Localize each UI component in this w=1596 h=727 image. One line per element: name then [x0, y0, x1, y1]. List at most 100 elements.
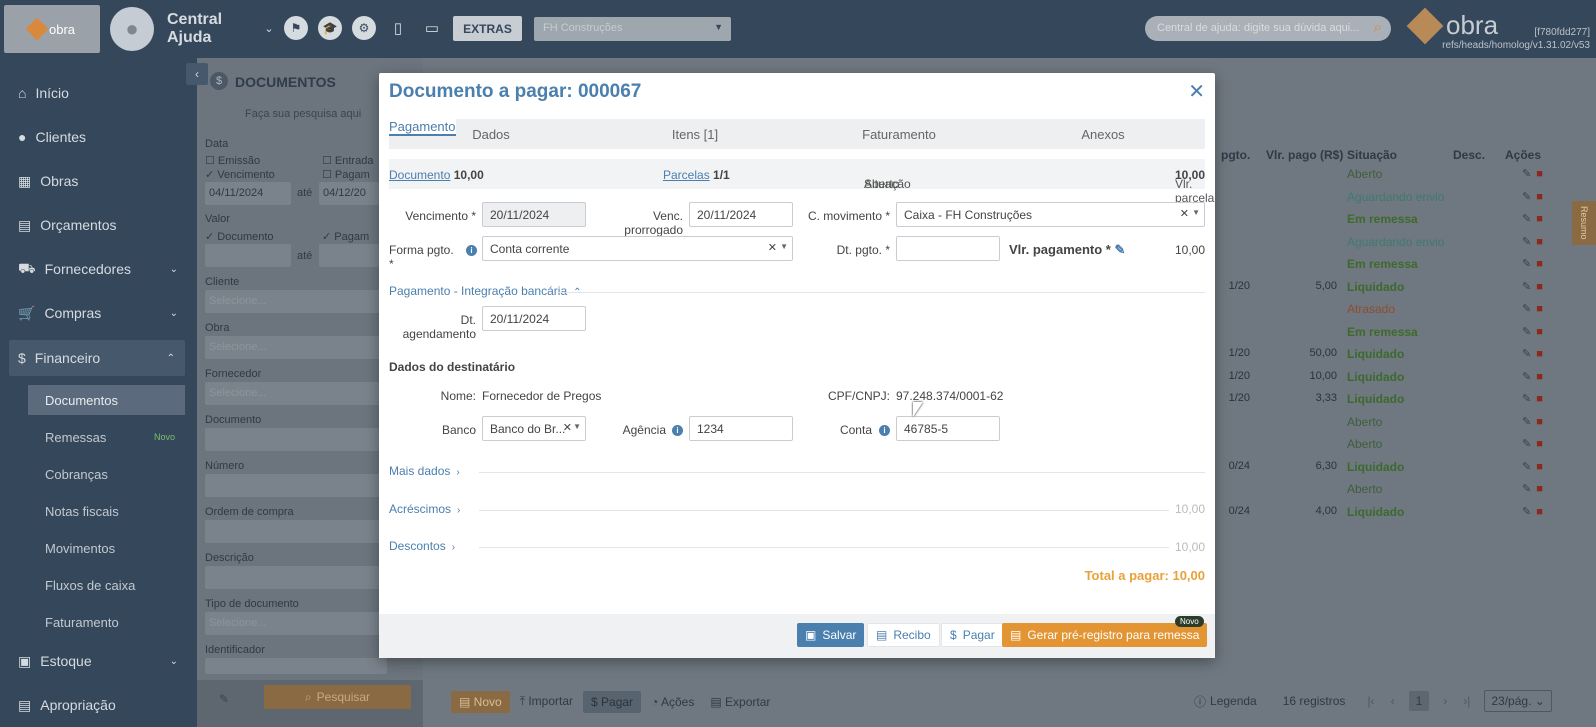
sidebar-sub-faturamento[interactable]: Faturamento: [28, 607, 185, 637]
integracao-section-toggle[interactable]: Pagamento - Integração bancária⌃: [389, 284, 582, 298]
checkbox-pagamento-valor[interactable]: ✓ Pagam: [322, 230, 369, 243]
trash-icon[interactable]: ■: [1536, 461, 1543, 473]
clear-icon[interactable]: ✕: [563, 421, 572, 434]
tab-faturamento[interactable]: Faturamento: [797, 119, 1001, 149]
trash-icon[interactable]: ■: [1536, 281, 1543, 293]
fornecedor-select[interactable]: Selecione...: [205, 382, 387, 405]
graduation-cap-icon[interactable]: 🎓: [318, 16, 342, 40]
per-page-select[interactable]: 23/pág. ⌄: [1484, 690, 1552, 712]
pencil-icon[interactable]: ✎: [1522, 236, 1531, 248]
trash-icon[interactable]: ■: [1536, 326, 1543, 338]
info-icon[interactable]: i: [466, 243, 477, 257]
checkbox-entrada[interactable]: ☐ Entrada: [322, 154, 373, 167]
mobile-icon[interactable]: ▯: [386, 16, 410, 40]
info-icon[interactable]: i: [879, 423, 890, 437]
sidebar-item-inicio[interactable]: ⌂ Início: [18, 78, 188, 108]
banco-select[interactable]: Banco do Br... ✕ ▼: [482, 416, 586, 441]
pencil-icon[interactable]: ✎: [1115, 242, 1126, 257]
chevron-down-icon[interactable]: ⌄: [257, 16, 281, 40]
extras-button[interactable]: EXTRAS: [453, 16, 522, 41]
conta-input[interactable]: 46785-5: [896, 416, 1000, 441]
pencil-icon[interactable]: ✎: [1522, 303, 1531, 315]
obra-select[interactable]: Selecione...: [205, 336, 387, 359]
trash-icon[interactable]: ■: [1536, 168, 1543, 180]
summary-side-tab[interactable]: Resumo: [1572, 201, 1596, 245]
tab-pagamento[interactable]: Pagamento: [389, 119, 456, 136]
trash-icon[interactable]: ■: [1536, 191, 1543, 203]
checkbox-pagamento[interactable]: ☐ Pagam: [322, 168, 370, 181]
documento-input[interactable]: [205, 428, 387, 451]
pencil-icon[interactable]: ✎: [1522, 506, 1531, 518]
gear-icon[interactable]: ⚙: [352, 16, 376, 40]
trash-icon[interactable]: ■: [1536, 483, 1543, 495]
column-header-situacao[interactable]: Situação: [1347, 148, 1397, 162]
pencil-icon[interactable]: ✎: [1522, 371, 1531, 383]
prev-page-icon[interactable]: ‹: [1391, 694, 1395, 708]
avatar[interactable]: ●: [110, 7, 154, 51]
forma-pgto-select[interactable]: Conta corrente ✕ ▼: [482, 236, 793, 261]
gerar-pre-registro-button[interactable]: ▤ Gerar pré-registro para remessa: [1002, 623, 1208, 647]
pencil-icon[interactable]: ✎: [1522, 348, 1531, 360]
dt-agendamento-input[interactable]: 20/11/2024: [482, 306, 586, 331]
pencil-icon[interactable]: ✎: [1522, 258, 1531, 270]
trash-icon[interactable]: ■: [1536, 348, 1543, 360]
last-page-icon[interactable]: ›|: [1463, 694, 1470, 708]
sidebar-sub-documentos[interactable]: Documentos: [28, 385, 185, 415]
agencia-input[interactable]: 1234: [689, 416, 793, 441]
collapse-sidebar-button[interactable]: ‹: [186, 63, 208, 85]
acrescimos-toggle[interactable]: Acréscimos ›: [389, 502, 460, 516]
sidebar-item-compras[interactable]: 🛒 Compras ⌄: [18, 298, 188, 328]
checkbox-emissao[interactable]: ☐ Emissão: [205, 154, 260, 167]
app-logo[interactable]: obra: [4, 5, 100, 53]
valor-to-input[interactable]: [319, 244, 379, 267]
help-search-input[interactable]: Central de ajuda: digite sua dúvida aqui…: [1145, 16, 1391, 41]
novo-button[interactable]: ▤ Novo: [451, 690, 510, 713]
clear-icon[interactable]: ✕: [768, 241, 777, 254]
sidebar-item-obras[interactable]: ▦ Obras: [18, 166, 188, 196]
pencil-icon[interactable]: ✎: [1522, 326, 1531, 338]
flag-icon[interactable]: ⚑: [284, 16, 308, 40]
pencil-icon[interactable]: ✎: [1522, 191, 1531, 203]
clear-icon[interactable]: ✕: [1180, 207, 1189, 220]
salvar-button[interactable]: ▣ Salvar: [797, 623, 865, 647]
pencil-icon[interactable]: ✎: [1522, 416, 1531, 428]
current-page[interactable]: 1: [1408, 691, 1430, 711]
dt-pgto-input[interactable]: [896, 236, 1000, 261]
eraser-icon[interactable]: ✎: [219, 692, 229, 706]
tab-itens[interactable]: Itens [1]: [593, 119, 797, 149]
valor-from-input[interactable]: [205, 244, 291, 267]
user-name[interactable]: Central Ajuda: [167, 11, 222, 47]
pencil-icon[interactable]: ✎: [1522, 461, 1531, 473]
pencil-icon[interactable]: ✎: [1522, 438, 1531, 450]
pencil-icon[interactable]: ✎: [1522, 393, 1531, 405]
sidebar-item-estoque[interactable]: ▣ Estoque ⌄: [18, 646, 188, 676]
close-icon[interactable]: ✕: [1188, 82, 1205, 102]
c-movimento-select[interactable]: Caixa - FH Construções ✕ ▼: [896, 202, 1205, 227]
trash-icon[interactable]: ■: [1536, 416, 1543, 428]
column-header-desc[interactable]: Desc.: [1453, 148, 1485, 162]
sidebar-sub-movimentos[interactable]: Movimentos: [28, 533, 185, 563]
trash-icon[interactable]: ■: [1536, 371, 1543, 383]
sidebar-sub-cobrancas[interactable]: Cobranças: [28, 459, 185, 489]
tab-anexos[interactable]: Anexos: [1001, 119, 1205, 149]
documento-link[interactable]: Documento: [389, 168, 450, 182]
search-button[interactable]: ⌕ Pesquisar: [264, 685, 411, 709]
pagar-button[interactable]: $ Pagar: [941, 623, 1004, 647]
ordem-input[interactable]: [205, 520, 387, 543]
checkbox-documento[interactable]: ✓ Documento: [205, 230, 274, 243]
sidebar-sub-notas-fiscais[interactable]: Notas fiscais: [28, 496, 185, 526]
trash-icon[interactable]: ■: [1536, 506, 1543, 518]
trash-icon[interactable]: ■: [1536, 213, 1543, 225]
sidebar-item-apropriacao[interactable]: ▤ Apropriação: [18, 690, 188, 720]
pencil-icon[interactable]: ✎: [1522, 483, 1531, 495]
sidebar-sub-fluxos-de-caixa[interactable]: Fluxos de caixa: [28, 570, 185, 600]
trash-icon[interactable]: ■: [1536, 236, 1543, 248]
cliente-select[interactable]: Selecione...: [205, 290, 387, 313]
identificador-input[interactable]: [205, 658, 387, 674]
info-icon[interactable]: i: [672, 423, 683, 437]
recibo-button[interactable]: ▤ Recibo: [867, 623, 940, 647]
column-header-vlr-pago[interactable]: Vlr. pago (R$): [1266, 148, 1343, 162]
venc-prorrogado-input[interactable]: 20/11/2024: [689, 202, 793, 227]
mais-dados-toggle[interactable]: Mais dados ›: [389, 464, 460, 478]
checkbox-vencimento[interactable]: ✓ Vencimento: [205, 168, 275, 181]
